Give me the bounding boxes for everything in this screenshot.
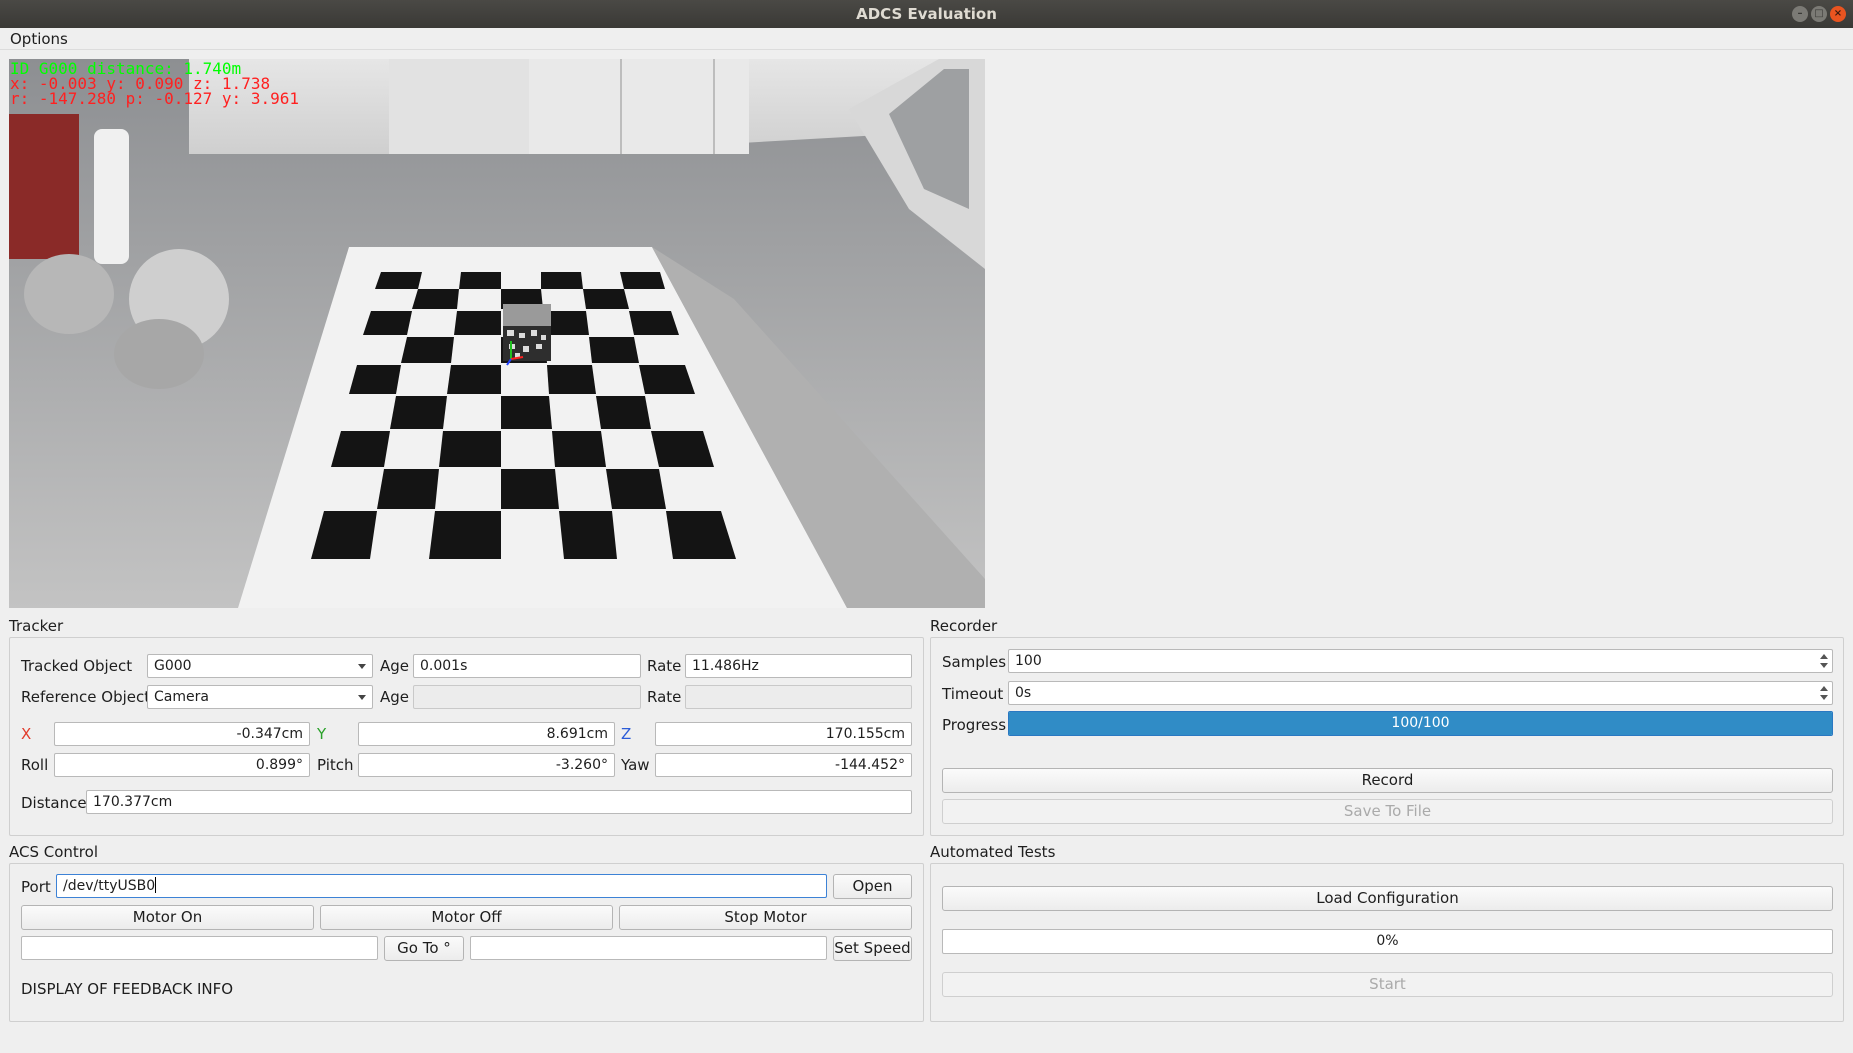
spin-arrows-icon[interactable] — [1819, 652, 1829, 670]
reference-rate-field — [685, 685, 912, 709]
record-button[interactable]: Record — [942, 768, 1833, 793]
roll-label: Roll — [21, 756, 49, 774]
y-field[interactable]: 8.691cm — [358, 722, 615, 746]
chevron-down-icon — [358, 695, 366, 700]
close-icon[interactable]: × — [1830, 6, 1846, 22]
menu-options[interactable]: Options — [10, 30, 68, 48]
stop-motor-button[interactable]: Stop Motor — [619, 905, 912, 930]
pitch-field[interactable]: -3.260° — [358, 753, 615, 777]
maximize-icon[interactable]: □ — [1811, 6, 1827, 22]
port-input[interactable]: /dev/ttyUSB0 — [56, 874, 827, 898]
spin-arrows-icon[interactable] — [1819, 684, 1829, 702]
age-label: Age — [380, 657, 410, 675]
timeout-spinbox[interactable]: 0s — [1008, 681, 1833, 705]
x-field[interactable]: -0.347cm — [54, 722, 310, 746]
roll-field[interactable]: 0.899° — [54, 753, 310, 777]
acs-group-title: ACS Control — [9, 843, 98, 861]
rate-field[interactable]: 11.486Hz — [685, 654, 912, 678]
samples-label: Samples — [942, 653, 1007, 671]
reference-object-value: Camera — [154, 689, 209, 705]
age-field[interactable]: 0.001s — [413, 654, 641, 678]
goto-angle-input[interactable] — [21, 936, 378, 960]
camera-view: ID G000 distance: 1.740m x: -0.003 y: 0.… — [9, 59, 985, 608]
automated-tests-progress-bar: 0% — [942, 929, 1833, 954]
feedback-info-text: DISPLAY OF FEEDBACK INFO — [21, 980, 234, 998]
pitch-label: Pitch — [317, 756, 354, 774]
reference-object-select[interactable]: Camera — [147, 685, 373, 709]
distance-field[interactable]: 170.377cm — [86, 790, 912, 814]
z-label: Z — [621, 725, 632, 743]
rate-label: Rate — [647, 657, 682, 675]
window-title: ADCS Evaluation — [856, 5, 997, 23]
progress-label: Progress — [942, 716, 1007, 734]
yaw-field[interactable]: -144.452° — [655, 753, 912, 777]
automated-tests-group-title: Automated Tests — [930, 843, 1056, 861]
distance-label: Distance — [21, 794, 87, 812]
motor-off-button[interactable]: Motor Off — [320, 905, 613, 930]
tracked-object-label: Tracked Object — [21, 657, 133, 675]
save-to-file-button[interactable]: Save To File — [942, 799, 1833, 824]
window-titlebar: ADCS Evaluation – □ × — [0, 0, 1853, 28]
reference-rate-label: Rate — [647, 688, 682, 706]
tracker-group-title: Tracker — [9, 617, 64, 635]
open-button[interactable]: Open — [833, 874, 912, 899]
goto-button[interactable]: Go To ° — [384, 936, 464, 961]
chevron-down-icon — [358, 664, 366, 669]
motor-on-button[interactable]: Motor On — [21, 905, 314, 930]
set-speed-button[interactable]: Set Speed — [833, 936, 912, 961]
load-configuration-button[interactable]: Load Configuration — [942, 886, 1833, 911]
reference-age-label: Age — [380, 688, 410, 706]
recorder-group-title: Recorder — [930, 617, 998, 635]
tracked-object-select[interactable]: G000 — [147, 654, 373, 678]
yaw-label: Yaw — [621, 756, 650, 774]
menu-bar: Options — [0, 28, 1853, 50]
timeout-value: 0s — [1015, 685, 1032, 701]
x-label: X — [21, 725, 32, 743]
minimize-icon[interactable]: – — [1792, 6, 1808, 22]
samples-value: 100 — [1015, 653, 1042, 669]
tracked-object-value: G000 — [154, 658, 192, 674]
speed-input[interactable] — [470, 936, 827, 960]
recorder-progress-bar: 100/100 — [1008, 711, 1833, 736]
port-label: Port — [21, 878, 51, 896]
recorder-progress-text: 100/100 — [1391, 715, 1450, 731]
automated-tests-progress-text: 0% — [1376, 933, 1399, 949]
camera-image — [9, 59, 985, 608]
start-button[interactable]: Start — [942, 972, 1833, 997]
port-value: /dev/ttyUSB0 — [63, 878, 156, 894]
y-label: Y — [317, 725, 327, 743]
reference-age-field — [413, 685, 641, 709]
reference-object-label: Reference Object — [21, 688, 151, 706]
text-caret — [155, 877, 157, 893]
overlay-rotation-text: r: -147.280 p: -0.127 y: 3.961 — [10, 89, 299, 108]
timeout-label: Timeout — [942, 685, 1004, 703]
samples-spinbox[interactable]: 100 — [1008, 649, 1833, 673]
z-field[interactable]: 170.155cm — [655, 722, 912, 746]
